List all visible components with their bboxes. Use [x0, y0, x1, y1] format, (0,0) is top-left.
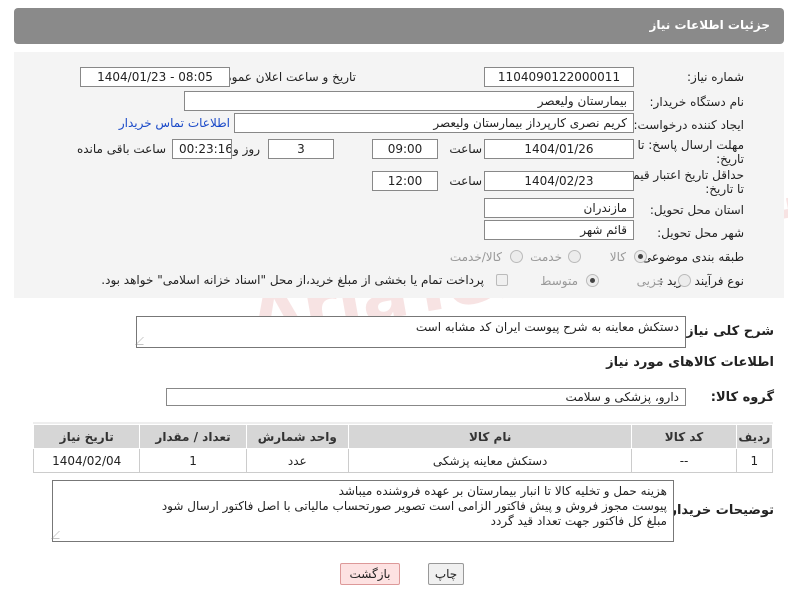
table-row: 1 -- دستکش معاینه پزشکی عدد 1 1404/02/04	[32, 448, 774, 473]
resize-handle-icon[interactable]	[51, 531, 67, 539]
reply-deadline-label: مهلت ارسال پاسخ: تا	[637, 138, 744, 152]
description-label: شرح کلی نیاز:	[680, 324, 774, 339]
reply-days-field: 3	[268, 139, 334, 159]
buyer-notes-line: هزینه حمل و تخلیه کالا تا انبار بیمارستا…	[338, 484, 667, 498]
buyer-org-label: نام دستگاه خریدار:	[649, 95, 745, 109]
category-goods-label: کالا	[609, 250, 626, 264]
description-field: دستکش معاینه به شرح پیوست ایران کد مشابه…	[135, 316, 686, 348]
goods-section-title: اطلاعات کالاهای مورد نیاز	[606, 355, 774, 370]
resize-handle-icon[interactable]	[135, 337, 151, 345]
process-minor-radio[interactable]	[678, 274, 691, 287]
cell-unit: عدد	[245, 448, 349, 473]
cell-qty: 1	[139, 448, 247, 473]
announce-datetime-label: تاریخ و ساعت اعلان عمومی:	[211, 70, 356, 84]
col-name-header: نام کالا	[347, 424, 633, 449]
description-text: دستکش معاینه به شرح پیوست ایران کد مشابه…	[415, 320, 679, 334]
col-unit-header: واحد شمارش	[245, 424, 349, 449]
category-label: طبقه بندی موضوعی:	[637, 250, 744, 264]
category-goods-service-radio[interactable]	[510, 250, 523, 263]
price-validity-label-2: تا تاریخ:	[705, 182, 744, 196]
page-title: جزئیات اطلاعات نیاز	[649, 18, 770, 32]
cell-code: --	[631, 448, 737, 473]
need-number-field: 1104090122000011	[484, 67, 634, 87]
reply-deadline-date: 1404/01/26	[484, 139, 634, 159]
cell-date: 1404/02/04	[32, 448, 141, 473]
process-minor-label: جزیی	[636, 274, 664, 288]
price-validity-time: 12:00	[372, 171, 438, 191]
goods-group-field: دارو، پزشکی و سلامت	[166, 388, 686, 406]
treasury-payment-checkbox[interactable]	[496, 274, 508, 286]
reply-time-label: ساعت	[449, 142, 482, 156]
category-goods-radio[interactable]	[634, 250, 647, 263]
delivery-city-field: قائم شهر	[484, 220, 634, 240]
category-service-label: خدمت	[530, 250, 562, 264]
requester-field: کریم نصری کارپرداز بیمارستان ولیعصر	[234, 113, 634, 133]
table-header-row: ردیف کد کالا نام کالا واحد شمارش تعداد /…	[32, 424, 774, 449]
col-date-header: تاریخ نیاز	[32, 424, 141, 449]
purchase-process-label: نوع فرآیند خرید :	[659, 274, 744, 288]
reply-deadline-time: 09:00	[372, 139, 438, 159]
process-medium-radio[interactable]	[586, 274, 599, 287]
delivery-province-field: مازندران	[484, 198, 634, 218]
goods-group-label: گروه کالا:	[710, 390, 774, 405]
col-row-header: ردیف	[735, 424, 774, 449]
delivery-city-label: شهر محل تحویل:	[657, 226, 744, 240]
back-button[interactable]: بازگشت	[340, 563, 400, 585]
cell-row: 1	[735, 448, 774, 473]
buyer-contact-link[interactable]: اطلاعات تماس خریدار	[119, 116, 230, 130]
reply-deadline-label-2: تاریخ:	[716, 152, 744, 166]
items-table: ردیف کد کالا نام کالا واحد شمارش تعداد /…	[32, 424, 774, 473]
process-medium-label: متوسط	[540, 274, 578, 288]
buyer-org-field: بیمارستان ولیعصر	[184, 91, 634, 111]
remaining-time-label: ساعت باقی مانده	[76, 142, 166, 156]
category-service-radio[interactable]	[568, 250, 581, 263]
price-validity-date: 1404/02/23	[484, 171, 634, 191]
announce-datetime-field: 1404/01/23 - 08:05	[80, 67, 230, 87]
requester-label: ایجاد کننده درخواست:	[633, 118, 744, 132]
remaining-time-field: 00:23:16	[172, 139, 232, 159]
page-header: جزئیات اطلاعات نیاز	[14, 8, 784, 44]
treasury-payment-note: پرداخت تمام یا بخشی از مبلغ خرید،از محل …	[101, 273, 484, 287]
buyer-notes-label: توضیحات خریدار:	[664, 503, 774, 518]
col-qty-header: تعداد / مقدار	[139, 424, 247, 449]
cell-name: دستکش معاینه پزشکی	[347, 448, 633, 473]
delivery-province-label: استان محل تحویل:	[649, 203, 744, 217]
need-number-label: شماره نیاز:	[687, 70, 744, 84]
price-validity-label: حداقل تاریخ اعتبار قیمت:	[617, 168, 744, 182]
category-goods-service-label: کالا/خدمت	[449, 250, 502, 264]
print-button[interactable]: چاپ	[428, 563, 464, 585]
buyer-notes-line: پیوست مجوز فروش و پیش فاکتور الزامی است …	[161, 499, 667, 513]
price-time-label: ساعت	[449, 174, 482, 188]
col-code-header: کد کالا	[631, 424, 737, 449]
buyer-notes-line: مبلغ کل فاکتور جهت تعداد قید گردد	[490, 514, 667, 528]
reply-days-label: روز و	[233, 142, 260, 156]
buyer-notes-field: هزینه حمل و تخلیه کالا تا انبار بیمارستا…	[51, 480, 674, 542]
